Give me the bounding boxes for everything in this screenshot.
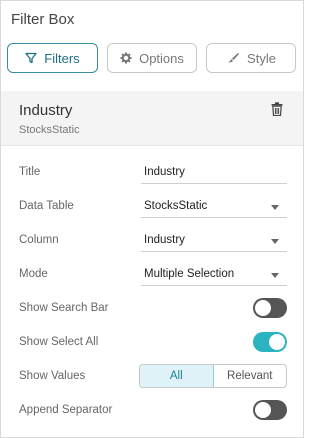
filter-icon: [25, 52, 37, 64]
toggle-knob: [255, 300, 271, 316]
mode-value: Multiple Selection: [144, 268, 235, 280]
show-values-relevant-option[interactable]: Relevant: [214, 365, 287, 387]
data-table-dropdown[interactable]: StocksStatic: [141, 194, 287, 218]
mode-row: Mode Multiple Selection: [1, 260, 303, 290]
filter-name: Industry: [19, 102, 73, 119]
title-label: Title: [19, 166, 41, 178]
show-values-segmented: All Relevant: [139, 364, 287, 388]
mode-label: Mode: [19, 268, 48, 280]
column-label: Column: [19, 234, 59, 246]
data-table-value: StocksStatic: [144, 200, 208, 212]
toggle-knob: [255, 402, 271, 418]
tab-filters-label: Filters: [44, 50, 80, 66]
show-search-bar-label: Show Search Bar: [19, 302, 109, 314]
tab-filters[interactable]: Filters: [7, 43, 98, 73]
title-row: Title Industry: [1, 158, 303, 188]
show-select-all-label: Show Select All: [19, 336, 99, 348]
show-search-bar-row: Show Search Bar: [1, 294, 303, 324]
toggle-knob: [269, 334, 285, 350]
title-input[interactable]: Industry: [141, 160, 287, 184]
show-values-row: Show Values All Relevant: [1, 362, 303, 392]
trash-icon[interactable]: [271, 102, 283, 121]
append-separator-row: Append Separator: [1, 396, 303, 426]
show-select-all-row: Show Select All: [1, 328, 303, 358]
gear-icon: [120, 52, 132, 64]
chevron-down-icon: [271, 205, 279, 210]
panel-title: Filter Box: [11, 11, 75, 28]
column-dropdown[interactable]: Industry: [141, 228, 287, 252]
filter-header: Industry StocksStatic: [1, 91, 303, 146]
filter-source: StocksStatic: [19, 124, 80, 136]
append-separator-toggle[interactable]: [253, 400, 287, 420]
tab-options[interactable]: Options: [107, 43, 197, 73]
tab-style[interactable]: Style: [206, 43, 296, 73]
append-separator-label: Append Separator: [19, 404, 113, 416]
show-select-all-toggle[interactable]: [253, 332, 287, 352]
column-row: Column Industry: [1, 226, 303, 256]
tab-style-label: Style: [247, 50, 276, 66]
data-table-label: Data Table: [19, 200, 74, 212]
show-values-label: Show Values: [19, 370, 86, 382]
column-value: Industry: [144, 234, 185, 246]
chevron-down-icon: [271, 239, 279, 244]
show-search-bar-toggle[interactable]: [253, 298, 287, 318]
show-values-all-option[interactable]: All: [140, 365, 214, 387]
tab-options-label: Options: [139, 50, 184, 66]
filter-box-panel: Filter Box Filters Options Style Industr…: [0, 0, 304, 438]
data-table-row: Data Table StocksStatic: [1, 192, 303, 222]
brush-icon: [226, 52, 240, 64]
mode-dropdown[interactable]: Multiple Selection: [141, 262, 287, 286]
chevron-down-icon: [271, 273, 279, 278]
